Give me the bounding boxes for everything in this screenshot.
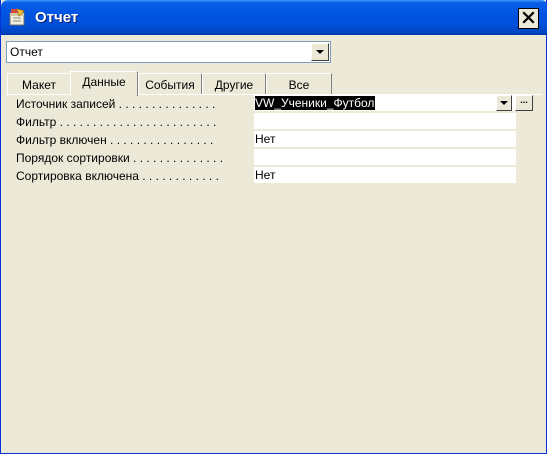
- filter-field[interactable]: [254, 113, 516, 130]
- chevron-down-icon: [316, 50, 324, 54]
- property-row-filter-on[interactable]: Фильтр включен . . . . . . . . . . . . .…: [13, 131, 517, 149]
- close-icon: [522, 10, 535, 27]
- property-sheet-window: Отчет Отчет Макет Данные События Другие: [0, 0, 547, 454]
- property-label: Фильтр включен . . . . . . . . . . . . .…: [16, 133, 214, 147]
- tab-layout[interactable]: Макет: [7, 73, 71, 95]
- property-row-order-by-on[interactable]: Сортировка включена . . . . . . . . . . …: [13, 167, 517, 185]
- order-by-field[interactable]: [254, 149, 516, 166]
- object-selector-dropdown-button[interactable]: [311, 43, 329, 61]
- property-row-order-by[interactable]: Порядок сортировки . . . . . . . . . . .…: [13, 149, 517, 167]
- order-by-on-field[interactable]: Нет: [254, 167, 516, 184]
- property-list: Источник записей . . . . . . . . . . . .…: [13, 95, 533, 185]
- property-tabs: Макет Данные События Другие Все: [6, 71, 546, 96]
- record-source-dropdown-button[interactable]: [496, 95, 512, 111]
- record-source-field[interactable]: VW_Ученики_Футбол: [254, 95, 516, 112]
- properties-window-icon: [8, 8, 27, 27]
- close-button[interactable]: [518, 8, 539, 29]
- object-selector-value: Отчет: [10, 45, 43, 59]
- property-row-filter[interactable]: Фильтр . . . . . . . . . . . . . . . . .…: [13, 113, 517, 131]
- tab-events[interactable]: События: [138, 73, 202, 95]
- tab-all-label: Все: [288, 78, 310, 92]
- chevron-down-icon: [500, 101, 508, 105]
- title-bar[interactable]: Отчет: [1, 0, 547, 35]
- tab-data-label: Данные: [82, 75, 126, 89]
- tab-other[interactable]: Другие: [202, 73, 266, 95]
- record-source-build-button[interactable]: ...: [515, 95, 533, 111]
- property-row-record-source[interactable]: Источник записей . . . . . . . . . . . .…: [13, 95, 533, 113]
- tab-other-label: Другие: [214, 78, 254, 92]
- window-title: Отчет: [35, 9, 79, 26]
- property-label: Сортировка включена . . . . . . . . . . …: [16, 169, 219, 183]
- property-label: Фильтр . . . . . . . . . . . . . . . . .…: [16, 115, 217, 129]
- filter-on-field[interactable]: Нет: [254, 131, 516, 148]
- tab-layout-label: Макет: [22, 78, 56, 92]
- tab-events-label: События: [145, 78, 195, 92]
- property-label: Порядок сортировки . . . . . . . . . . .…: [16, 151, 224, 165]
- property-label: Источник записей . . . . . . . . . . . .…: [16, 97, 216, 111]
- tab-data[interactable]: Данные: [70, 71, 138, 96]
- tab-all[interactable]: Все: [266, 73, 332, 95]
- object-selector-combo[interactable]: Отчет: [6, 41, 331, 63]
